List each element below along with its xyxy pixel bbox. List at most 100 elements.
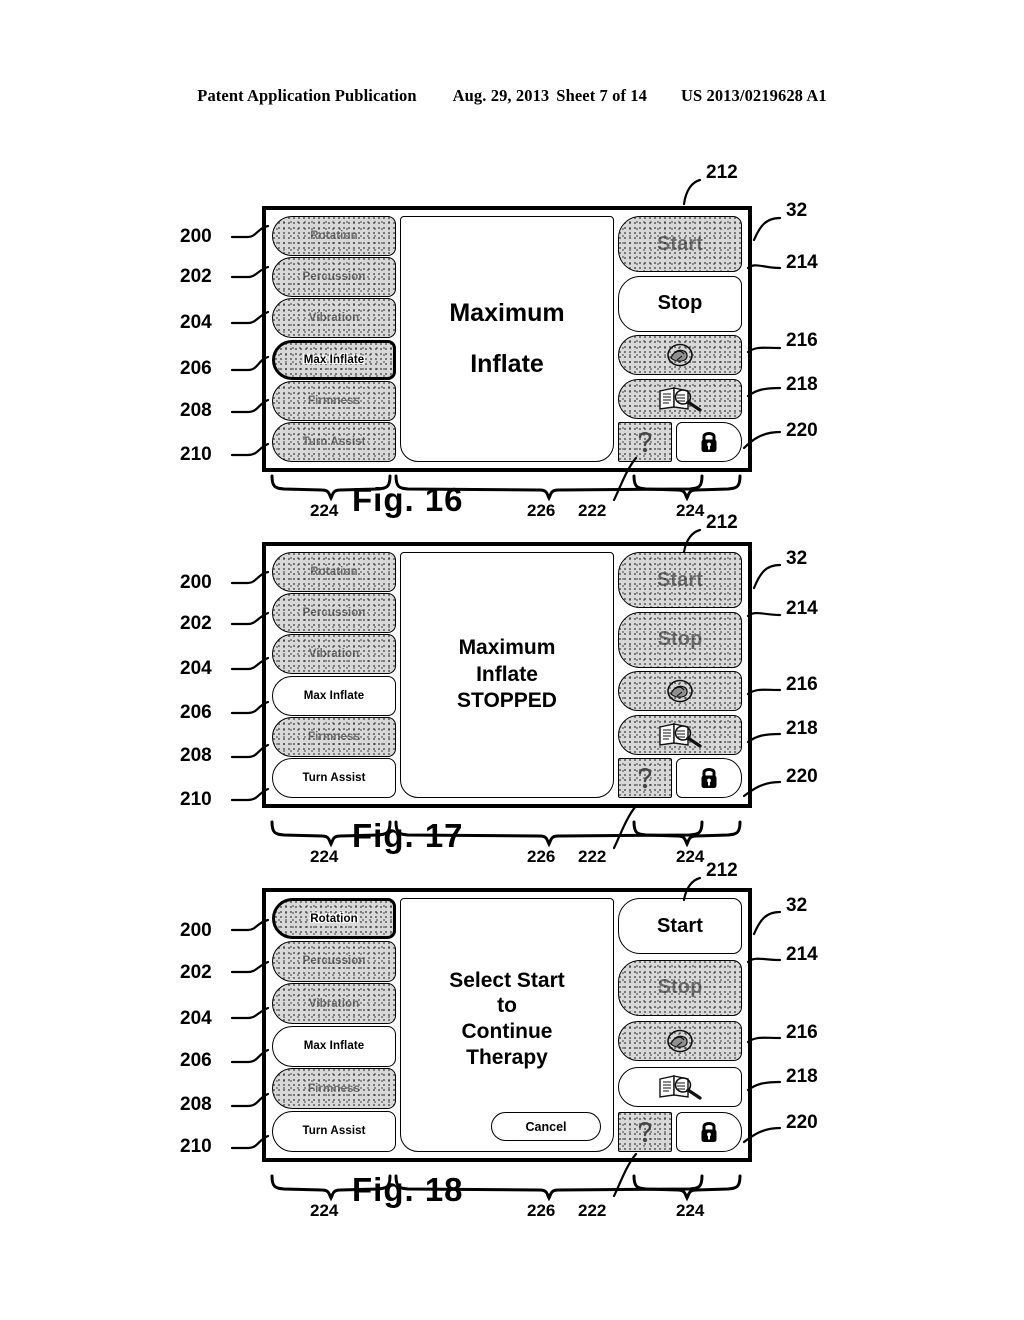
figure-18: Rotation Percussion Vibration Max Inflat… [0, 858, 1024, 1216]
patient-position-button[interactable] [618, 671, 742, 711]
ref-208-fig18: 208 [180, 1094, 212, 1115]
ref-224-left-fig17: 224 [310, 847, 339, 866]
header-publication-label: Patent Application Publication [197, 86, 417, 105]
sidebar-item-percussion[interactable]: Percussion [272, 940, 396, 982]
sidebar-item-turn-assist[interactable]: Turn Assist [272, 421, 396, 462]
ref-210-fig16: 210 [180, 444, 212, 465]
control-panel-display-16: Rotation Percussion Vibration Max Inflat… [262, 206, 752, 472]
manual-button[interactable] [618, 714, 742, 755]
sidebar-item-max-inflate[interactable]: Max Inflate [272, 1025, 396, 1067]
start-button[interactable]: Start [618, 216, 742, 272]
sidebar-item-label: Vibration [308, 997, 360, 1010]
control-panel-display-18: Rotation Percussion Vibration Max Inflat… [262, 888, 752, 1162]
sidebar-item-label: Turn Assist [302, 1125, 366, 1138]
status-line: STOPPED [457, 689, 557, 713]
stop-button[interactable]: Stop [618, 275, 742, 332]
patient-position-icon [667, 679, 693, 703]
help-button[interactable] [618, 422, 672, 462]
manual-magnifier-icon [659, 386, 702, 412]
ref-206-fig18: 206 [180, 1050, 212, 1071]
manual-magnifier-icon [659, 722, 702, 748]
ref-32-fig16: 32 [786, 200, 808, 221]
sidebar-item-turn-assist[interactable]: Turn Assist [272, 757, 396, 798]
sidebar-item-label: Max Inflate [303, 1040, 365, 1053]
status-line: to [497, 994, 517, 1018]
sidebar-item-rotation[interactable]: Rotation [272, 898, 396, 939]
ref-224-left-fig16: 224 [310, 501, 339, 520]
sidebar-item-firmness[interactable]: Firmness [272, 1068, 396, 1110]
start-button[interactable]: Start [618, 552, 742, 608]
status-line: Maximum [449, 298, 565, 327]
ref-202-fig16: 202 [180, 266, 212, 287]
figure-caption-18: Fig. 18 [352, 1171, 464, 1208]
ref-220-fig18: 220 [786, 1112, 818, 1133]
stop-button-label: Stop [657, 976, 703, 998]
ref-214-fig17: 214 [786, 598, 818, 619]
help-button[interactable] [618, 758, 672, 798]
stop-button-label: Stop [657, 628, 703, 650]
page-header: Patent Application Publication Aug. 29, … [0, 86, 1024, 106]
action-menu-column-17: Start Stop [618, 552, 742, 798]
ref-200-fig17: 200 [180, 572, 212, 593]
ref-214-fig16: 214 [786, 252, 818, 273]
manual-button[interactable] [618, 378, 742, 419]
cancel-button-label: Cancel [525, 1119, 567, 1134]
ref-224-right-fig17: 224 [676, 847, 705, 866]
sidebar-item-label: Rotation [310, 912, 358, 925]
sidebar-item-rotation[interactable]: Rotation [272, 216, 396, 256]
start-button-label: Start [656, 914, 704, 937]
status-display-area-17: Maximum Inflate STOPPED [400, 552, 614, 798]
stop-button[interactable]: Stop [618, 959, 742, 1016]
sidebar-item-max-inflate[interactable]: Max Inflate [272, 675, 396, 716]
sidebar-item-percussion[interactable]: Percussion [272, 257, 396, 298]
ref-202-fig17: 202 [180, 613, 212, 634]
ref-216-fig18: 216 [786, 1022, 818, 1043]
sidebar-item-label: Percussion [302, 955, 366, 968]
ref-218-fig17: 218 [786, 718, 818, 739]
ref-204-fig18: 204 [180, 1008, 212, 1029]
manual-button[interactable] [618, 1066, 742, 1107]
sidebar-item-label: Percussion [302, 607, 366, 620]
sidebar-item-firmness[interactable]: Firmness [272, 380, 396, 421]
start-button-label: Start [656, 568, 704, 591]
stop-button-label: Stop [657, 292, 703, 314]
status-message-16: Maximum Inflate [449, 288, 564, 391]
sidebar-item-label: Firmness [308, 730, 360, 743]
lock-icon [701, 432, 717, 452]
status-display-17: Maximum Inflate STOPPED [400, 552, 614, 798]
sidebar-item-turn-assist[interactable]: Turn Assist [272, 1110, 396, 1152]
stop-button[interactable]: Stop [618, 611, 742, 668]
help-button[interactable] [618, 1112, 672, 1152]
patient-position-button[interactable] [618, 1021, 742, 1061]
sidebar-item-percussion[interactable]: Percussion [272, 593, 396, 634]
sidebar-item-label: Percussion [302, 271, 366, 284]
sidebar-item-vibration[interactable]: Vibration [272, 983, 396, 1025]
sidebar-item-firmness[interactable]: Firmness [272, 716, 396, 757]
status-display-area-16: Maximum Inflate [400, 216, 614, 462]
start-button[interactable]: Start [618, 898, 742, 954]
sidebar-item-max-inflate[interactable]: Max Inflate [272, 339, 396, 380]
sidebar-item-label: Vibration [308, 312, 360, 325]
sidebar-item-rotation[interactable]: Rotation [272, 552, 396, 592]
cancel-button[interactable]: Cancel [491, 1112, 601, 1141]
action-menu-column-16: Start Stop [618, 216, 742, 462]
lock-button[interactable] [676, 422, 742, 462]
ref-226-fig17: 226 [527, 847, 556, 866]
sidebar-item-label: Firmness [308, 394, 360, 407]
ref-214-fig18: 214 [786, 944, 818, 965]
status-message-18: Select Start to Continue Therapy [449, 968, 565, 1070]
help-icon [638, 432, 652, 453]
status-line: Maximum [458, 635, 556, 659]
start-button-label: Start [656, 232, 704, 255]
ref-208-fig17: 208 [180, 745, 212, 766]
help-icon [638, 768, 652, 789]
help-icon [638, 1122, 652, 1143]
lock-button[interactable] [676, 1112, 742, 1152]
patient-position-button[interactable] [618, 335, 742, 375]
lock-button[interactable] [676, 758, 742, 798]
sidebar-item-vibration[interactable]: Vibration [272, 298, 396, 339]
status-line: Inflate [476, 662, 538, 686]
ref-226-fig16: 226 [527, 501, 556, 520]
sidebar-item-vibration[interactable]: Vibration [272, 634, 396, 675]
ref-204-fig17: 204 [180, 658, 212, 679]
